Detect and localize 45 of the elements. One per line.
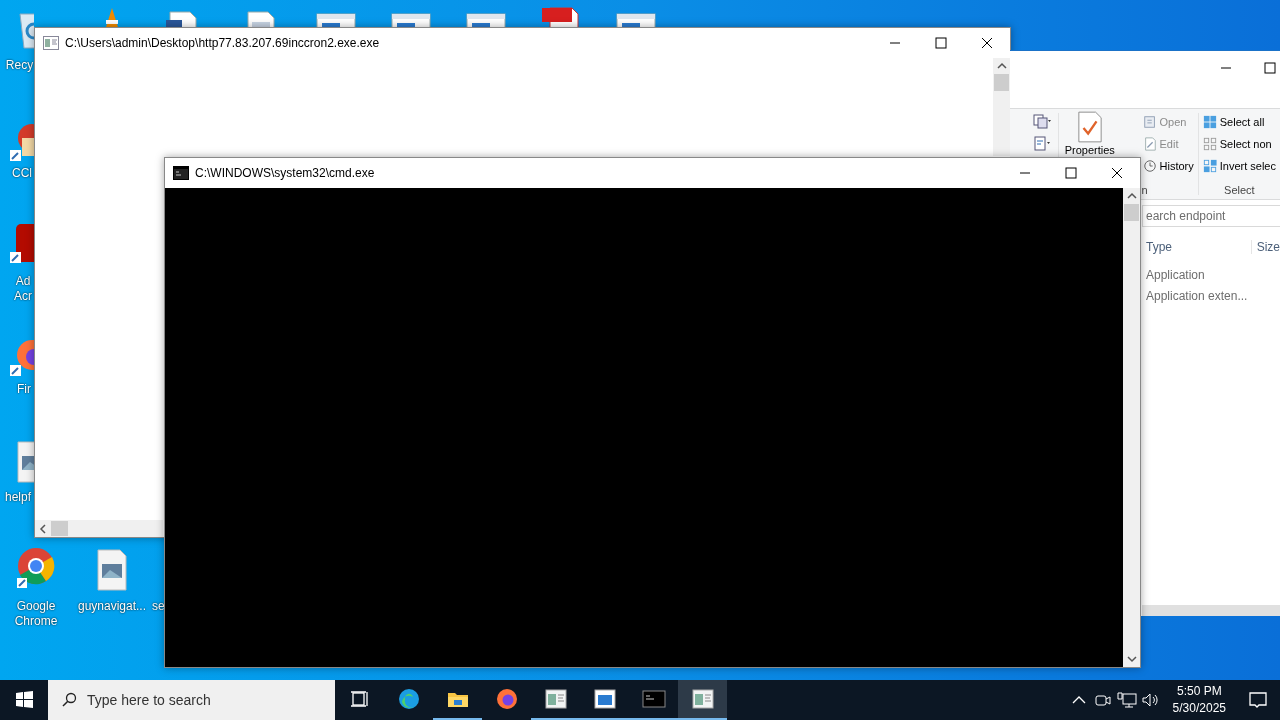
icon-label[interactable]: Ad Acr [12, 274, 34, 304]
ribbon-item[interactable]: Select non [1201, 133, 1277, 155]
scroll-thumb[interactable] [51, 521, 68, 536]
checkmark-document-icon [1076, 111, 1103, 143]
console-icon [173, 166, 189, 180]
pencil-document-icon [1142, 137, 1157, 151]
column-header[interactable]: Size [1251, 240, 1280, 254]
icon-label[interactable]: Google Chrome [4, 599, 68, 629]
ribbon-item[interactable]: History [1141, 155, 1195, 177]
window-title: C:\Users\admin\Desktop\http77.83.207.69inccron2.exe.exe [65, 36, 380, 50]
icon-label[interactable]: se [152, 599, 164, 614]
icon-label[interactable]: Fir [14, 382, 34, 397]
scrollbar[interactable] [1123, 188, 1140, 667]
scrollbar[interactable] [1142, 605, 1280, 616]
clock[interactable]: 5:50 PM 5/30/2025 [1162, 680, 1236, 720]
icon-label[interactable]: guynavigat... [72, 599, 152, 614]
chrome-icon[interactable] [16, 546, 56, 590]
window-title: C:\WINDOWS\system32\cmd.exe [195, 166, 375, 180]
icon-label[interactable]: CCl [10, 166, 34, 181]
app-window-icon[interactable] [678, 680, 727, 720]
document-list-icon [1142, 115, 1157, 129]
group-label: Select [1223, 184, 1256, 198]
ribbon-item[interactable]: Select all [1201, 111, 1277, 133]
filled-grid-icon [1202, 115, 1217, 129]
empty-grid-icon [1202, 137, 1217, 151]
file-type: Application exten... [1145, 288, 1249, 305]
group-label: n [1141, 184, 1149, 198]
scrollbar[interactable] [993, 58, 1010, 156]
column-header[interactable]: Type [1142, 240, 1252, 254]
icon-label[interactable]: helpf [2, 490, 34, 505]
search-field[interactable]: Type here to search [48, 680, 335, 720]
search-field[interactable]: earch endpoint [1142, 205, 1280, 227]
search-icon [61, 692, 77, 708]
acrobat-icon[interactable] [8, 222, 34, 266]
scroll-thumb[interactable] [994, 74, 1009, 91]
scrollbar[interactable] [35, 520, 163, 537]
mixed-grid-icon [1202, 159, 1217, 173]
ribbon-item[interactable]: Invert selec [1201, 155, 1277, 177]
pdf-icon[interactable] [540, 4, 580, 27]
clock-icon [1142, 159, 1157, 173]
file-type: Application [1145, 267, 1206, 284]
icon-label[interactable]: Recy [5, 58, 34, 73]
properties-button[interactable]: Properties [1059, 109, 1121, 156]
scroll-thumb[interactable] [1124, 204, 1139, 221]
app-icon [43, 36, 59, 50]
